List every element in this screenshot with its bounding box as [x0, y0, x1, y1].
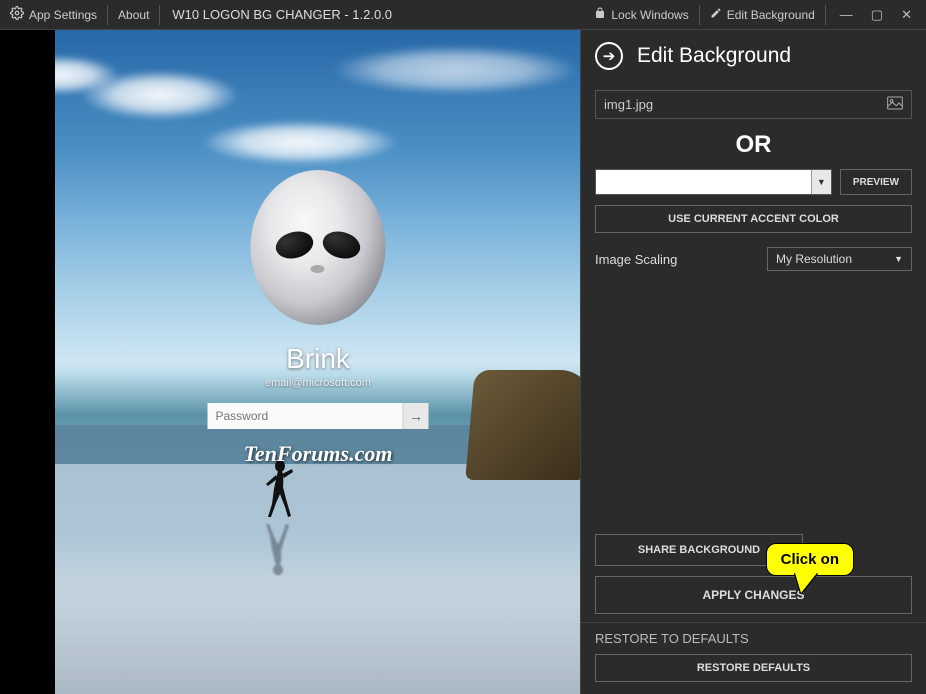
user-avatar	[251, 170, 386, 325]
app-title: W10 LOGON BG CHANGER - 1.2.0.0	[160, 7, 404, 22]
maximize-button[interactable]: ▢	[871, 7, 883, 23]
restore-defaults-button[interactable]: RESTORE DEFAULTS	[595, 654, 912, 682]
scaling-dropdown[interactable]: My Resolution ▼	[767, 247, 912, 271]
titlebar: App Settings About W10 LOGON BG CHANGER …	[0, 0, 926, 30]
user-email: email@microsoft.com	[265, 377, 371, 389]
edit-background-button[interactable]: Edit Background	[700, 5, 826, 25]
lock-icon	[594, 7, 606, 22]
panel-title: Edit Background	[637, 44, 791, 68]
chevron-down-icon: ▼	[894, 254, 903, 264]
chevron-down-icon: ▼	[811, 170, 831, 194]
image-icon	[887, 96, 903, 113]
edit-panel: ➔ Edit Background img1.jpg OR ▼ PREVIEW …	[580, 30, 926, 694]
image-path-value: img1.jpg	[604, 97, 653, 112]
app-settings-label: App Settings	[29, 8, 97, 22]
scaling-label: Image Scaling	[595, 252, 677, 267]
minimize-button[interactable]: —	[840, 7, 853, 23]
use-accent-color-button[interactable]: USE CURRENT ACCENT COLOR	[595, 205, 912, 233]
restore-section-title: RESTORE TO DEFAULTS	[595, 631, 912, 646]
callout-annotation: Click on	[766, 543, 854, 576]
edit-icon	[710, 7, 722, 22]
close-button[interactable]: ✕	[901, 7, 912, 23]
username: Brink	[286, 343, 350, 375]
login-preview: Brink email@microsoft.com → TenForums.co…	[0, 30, 580, 694]
password-submit-button[interactable]: →	[403, 403, 429, 429]
watermark: TenForums.com	[244, 441, 393, 467]
app-settings-menu[interactable]: App Settings	[0, 5, 108, 25]
arrow-circle-icon: ➔	[595, 42, 623, 70]
preview-button[interactable]: PREVIEW	[840, 169, 912, 195]
arrow-right-icon: →	[409, 408, 423, 424]
runner-silhouette	[260, 459, 295, 519]
lock-windows-label: Lock Windows	[611, 8, 688, 22]
color-dropdown[interactable]: ▼	[595, 169, 832, 195]
edit-background-label: Edit Background	[727, 8, 815, 22]
about-menu[interactable]: About	[108, 5, 160, 25]
apply-changes-button[interactable]: APPLY CHANGES	[595, 576, 912, 614]
or-divider: OR	[595, 131, 912, 159]
scaling-value: My Resolution	[776, 252, 852, 266]
about-label: About	[118, 8, 149, 22]
image-path-field[interactable]: img1.jpg	[595, 90, 912, 119]
lock-windows-button[interactable]: Lock Windows	[584, 5, 699, 25]
gear-icon	[10, 6, 24, 23]
password-input[interactable]	[208, 403, 403, 429]
